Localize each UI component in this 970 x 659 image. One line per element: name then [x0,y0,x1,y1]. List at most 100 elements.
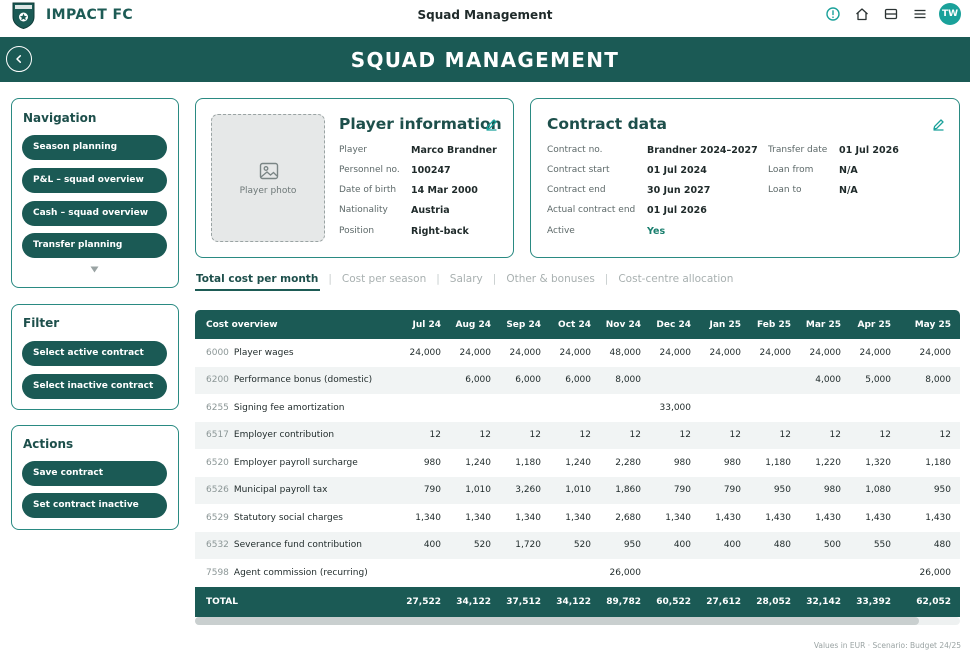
amount-cell[interactable]: 4,000 [800,367,850,395]
amount-cell[interactable]: 12 [900,422,960,450]
amount-cell[interactable] [400,559,450,587]
amount-cell[interactable] [750,559,800,587]
table-row[interactable]: 6200 Performance bonus (domestic) 6,000 6,0… [195,366,960,395]
amount-cell[interactable]: 520 [450,532,500,560]
column-header-month[interactable]: Nov 24 [600,310,650,339]
amount-cell[interactable]: 2,280 [600,449,650,477]
amount-cell[interactable]: 1,080 [850,477,900,505]
amount-cell[interactable]: 1,240 [450,449,500,477]
column-header-month[interactable]: Jul 24 [400,310,450,339]
info-icon[interactable] [823,4,843,24]
player-photo[interactable]: Player photo [211,114,325,242]
amount-cell[interactable]: 480 [750,532,800,560]
tab-salary[interactable]: Salary [450,273,483,285]
panel-icon[interactable] [881,4,901,24]
amount-cell[interactable] [400,394,450,422]
column-header-month[interactable]: Jan 25 [700,310,750,339]
amount-cell[interactable]: 12 [450,422,500,450]
amount-cell[interactable]: 400 [400,532,450,560]
amount-cell[interactable]: 1,010 [550,477,600,505]
tab-cost-per-season[interactable]: Cost per season [342,273,426,285]
column-header-month[interactable]: May 25 [900,310,960,339]
amount-cell[interactable]: 12 [800,422,850,450]
amount-cell[interactable]: 24,000 [700,339,750,367]
amount-cell[interactable]: 790 [650,477,700,505]
tab-other-bonuses[interactable]: Other & bonuses [506,273,594,285]
amount-cell[interactable]: 1,240 [550,449,600,477]
amount-cell[interactable]: 24,000 [900,339,960,367]
amount-cell[interactable]: 2,680 [600,504,650,532]
amount-cell[interactable] [500,559,550,587]
amount-cell[interactable]: 5,000 [850,367,900,395]
amount-cell[interactable]: 12 [500,422,550,450]
amount-cell[interactable]: 24,000 [800,339,850,367]
amount-cell[interactable]: 6,000 [500,367,550,395]
amount-cell[interactable] [450,559,500,587]
amount-cell[interactable] [800,394,850,422]
amount-cell[interactable]: 1,320 [850,449,900,477]
amount-cell[interactable]: 1,430 [800,504,850,532]
amount-cell[interactable]: 1,430 [900,504,960,532]
amount-cell[interactable]: 12 [600,422,650,450]
amount-cell[interactable]: 1,340 [650,504,700,532]
amount-cell[interactable]: 12 [550,422,600,450]
amount-cell[interactable]: 1,180 [750,449,800,477]
table-row[interactable]: 6529 Statutory social charges 1,340 1,340 1,… [195,504,960,532]
amount-cell[interactable]: 950 [600,532,650,560]
amount-cell[interactable] [500,394,550,422]
edit-contract-pencil-icon[interactable] [932,118,945,131]
amount-cell[interactable]: 980 [800,477,850,505]
table-row[interactable]: 7598 Agent commission (recurring) 26,000 26… [195,559,960,587]
amount-cell[interactable]: 24,000 [750,339,800,367]
amount-cell[interactable]: 790 [400,477,450,505]
column-header-month[interactable]: Sep 24 [500,310,550,339]
horizontal-scrollbar[interactable] [195,617,960,625]
chevron-down-icon[interactable] [90,266,99,273]
amount-cell[interactable]: 1,430 [850,504,900,532]
user-avatar[interactable]: TW [939,3,961,25]
scrollbar-thumb[interactable] [195,617,919,625]
amount-cell[interactable]: 8,000 [900,367,960,395]
select-active-contract-button[interactable]: Select active contract [22,341,167,366]
amount-cell[interactable]: 12 [700,422,750,450]
amount-cell[interactable]: 6,000 [550,367,600,395]
amount-cell[interactable] [550,394,600,422]
amount-cell[interactable]: 550 [850,532,900,560]
amount-cell[interactable]: 1,720 [500,532,550,560]
amount-cell[interactable] [450,394,500,422]
amount-cell[interactable] [600,394,650,422]
column-header-month[interactable]: Aug 24 [450,310,500,339]
amount-cell[interactable]: 400 [650,532,700,560]
column-header-month[interactable]: Apr 25 [850,310,900,339]
amount-cell[interactable]: 1,340 [500,504,550,532]
amount-cell[interactable] [700,367,750,395]
amount-cell[interactable] [750,367,800,395]
amount-cell[interactable]: 12 [400,422,450,450]
amount-cell[interactable] [550,559,600,587]
amount-cell[interactable] [800,559,850,587]
amount-cell[interactable]: 980 [700,449,750,477]
amount-cell[interactable]: 950 [750,477,800,505]
amount-cell[interactable]: 24,000 [550,339,600,367]
amount-cell[interactable] [700,394,750,422]
amount-cell[interactable]: 1,430 [700,504,750,532]
nav-transfer-planning-button[interactable]: Transfer planning [22,233,167,258]
save-contract-button[interactable]: Save contract [22,461,167,486]
amount-cell[interactable]: 520 [550,532,600,560]
amount-cell[interactable]: 1,430 [750,504,800,532]
amount-cell[interactable]: 24,000 [400,339,450,367]
column-header-month[interactable]: Dec 24 [650,310,700,339]
amount-cell[interactable]: 24,000 [650,339,700,367]
amount-cell[interactable]: 26,000 [900,559,960,587]
amount-cell[interactable]: 24,000 [850,339,900,367]
table-row[interactable]: 6532 Severance fund contribution 400 520 1,7… [195,531,960,560]
amount-cell[interactable]: 24,000 [450,339,500,367]
amount-cell[interactable]: 500 [800,532,850,560]
amount-cell[interactable]: 26,000 [600,559,650,587]
nav-season-planning-button[interactable]: Season planning [22,135,167,160]
amount-cell[interactable]: 980 [650,449,700,477]
amount-cell[interactable] [750,394,800,422]
amount-cell[interactable]: 12 [850,422,900,450]
amount-cell[interactable]: 48,000 [600,339,650,367]
amount-cell[interactable]: 33,000 [650,394,700,422]
